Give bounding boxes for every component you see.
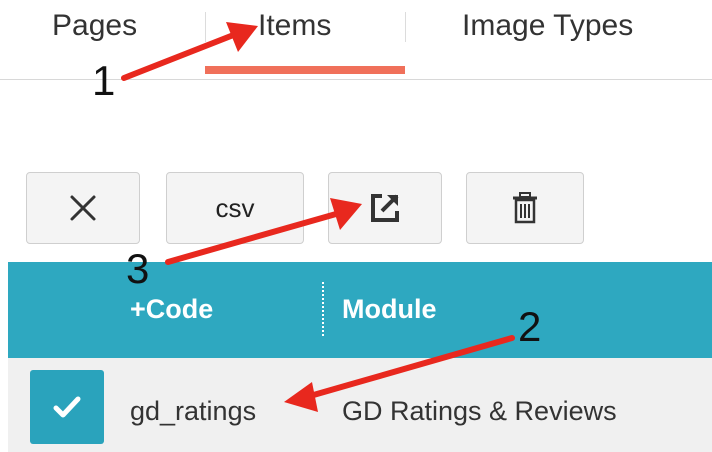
close-button[interactable] (26, 172, 140, 244)
export-button[interactable] (328, 172, 442, 244)
active-tab-indicator (205, 66, 405, 74)
tab-image-types[interactable]: Image Types (462, 8, 633, 44)
trash-icon (513, 192, 537, 224)
checkmark-icon (53, 396, 81, 418)
tab-divider (205, 12, 206, 42)
row-checkbox[interactable] (30, 370, 104, 444)
export-icon (371, 194, 399, 222)
annotation-number-1: 1 (92, 57, 116, 104)
delete-button[interactable] (466, 172, 584, 244)
column-divider (322, 282, 324, 336)
table-row[interactable]: gd_ratings GD Ratings & Reviews (8, 358, 712, 452)
cell-module: GD Ratings & Reviews (342, 396, 617, 426)
annotation-number-2: 2 (518, 303, 542, 350)
column-header-code[interactable]: +Code (130, 294, 213, 325)
table-header: +Code Module (8, 262, 712, 358)
close-icon (70, 195, 96, 221)
cell-code: gd_ratings (130, 396, 257, 426)
csv-button[interactable]: csv (166, 172, 304, 244)
tab-pages[interactable]: Pages (52, 8, 137, 44)
tab-divider (405, 12, 406, 42)
csv-button-label: csv (215, 192, 255, 223)
column-header-module[interactable]: Module (342, 294, 437, 325)
annotation-number-3: 3 (126, 245, 150, 292)
tab-items[interactable]: Items (258, 8, 331, 44)
